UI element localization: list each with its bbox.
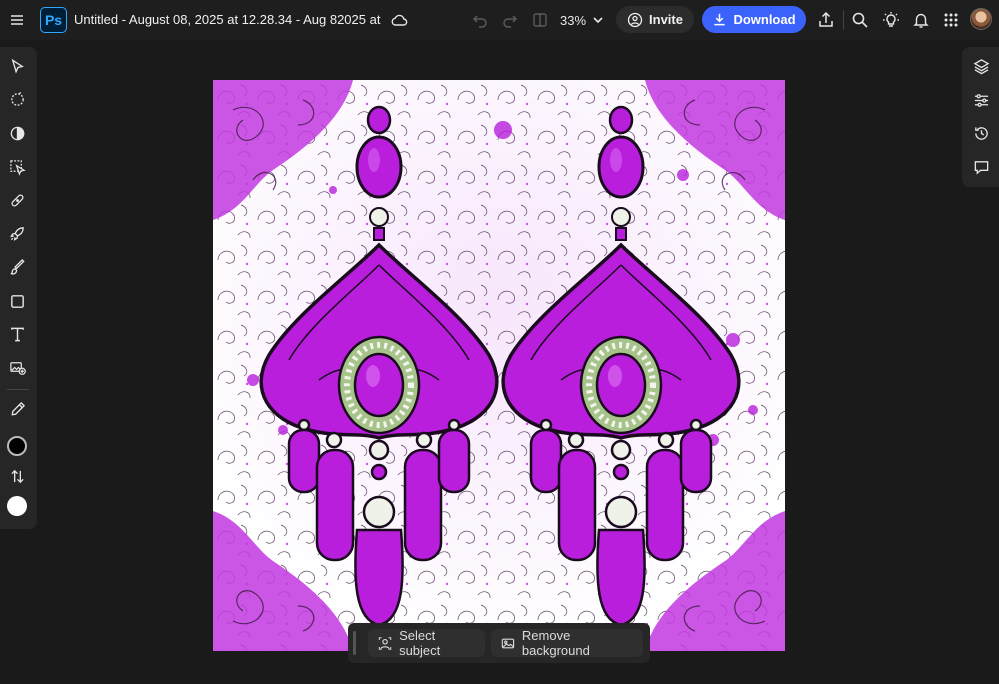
- object-select-tool-icon[interactable]: [3, 153, 31, 181]
- drag-handle[interactable]: [353, 631, 356, 655]
- divider: [7, 389, 29, 390]
- select-subject-label: Select subject: [399, 628, 441, 658]
- share-icon[interactable]: [812, 6, 840, 34]
- undo-icon[interactable]: [466, 6, 494, 34]
- app-logo[interactable]: Ps: [40, 7, 67, 33]
- document-title[interactable]: Untitled - August 08, 2025 at 12.28.34 -…: [74, 12, 384, 27]
- zoom-dropdown[interactable]: 33%: [560, 6, 604, 34]
- top-bar: Ps Untitled - August 08, 2025 at 12.28.3…: [0, 0, 999, 40]
- avatar[interactable]: [970, 8, 992, 30]
- remove-background-button[interactable]: Remove background: [491, 628, 643, 658]
- brush-tool-icon[interactable]: [3, 253, 31, 281]
- bell-icon[interactable]: [907, 6, 935, 34]
- lightbulb-icon[interactable]: [877, 6, 905, 34]
- left-toolbar: [0, 47, 37, 529]
- select-tool-icon[interactable]: [3, 52, 31, 80]
- select-subject-icon: [378, 636, 392, 650]
- right-panel: [962, 47, 999, 187]
- comments-icon[interactable]: [967, 153, 995, 181]
- earrings-artwork: [213, 80, 785, 651]
- download-button[interactable]: Download: [702, 6, 806, 33]
- adjust-tool-icon[interactable]: [3, 119, 31, 147]
- adjustments-icon[interactable]: [967, 86, 995, 114]
- layers-icon[interactable]: [967, 52, 995, 80]
- zoom-level: 33%: [560, 12, 587, 28]
- healing-tool-icon[interactable]: [3, 186, 31, 214]
- cloud-icon[interactable]: [385, 6, 413, 34]
- background-color-swatch[interactable]: [7, 496, 27, 516]
- invite-label: Invite: [649, 12, 683, 27]
- search-icon[interactable]: [846, 6, 874, 34]
- contextual-task-bar: Select subject Remove background: [348, 623, 650, 663]
- foreground-color-swatch[interactable]: [7, 436, 27, 456]
- remove-background-icon: [501, 638, 515, 648]
- generative-fill-tool-icon[interactable]: [3, 219, 31, 247]
- menu-icon[interactable]: [3, 6, 31, 34]
- download-icon: [714, 13, 726, 26]
- download-label: Download: [733, 12, 796, 27]
- select-subject-button[interactable]: Select subject: [368, 628, 485, 658]
- invite-button[interactable]: Invite: [616, 6, 694, 33]
- compare-icon[interactable]: [526, 6, 554, 34]
- text-tool-icon[interactable]: [3, 320, 31, 348]
- divider: [843, 10, 844, 30]
- canvas-image[interactable]: [213, 80, 785, 651]
- shape-tool-icon[interactable]: [3, 287, 31, 315]
- add-person-icon: [627, 12, 643, 27]
- chevron-down-icon: [593, 17, 603, 24]
- apps-grid-icon[interactable]: [937, 6, 965, 34]
- swap-colors-icon[interactable]: [3, 462, 31, 490]
- history-icon[interactable]: [967, 119, 995, 147]
- remove-background-label: Remove background: [521, 628, 590, 658]
- eyedropper-tool-icon[interactable]: [3, 395, 31, 423]
- add-image-tool-icon[interactable]: [3, 353, 31, 381]
- quick-select-tool-icon[interactable]: [3, 85, 31, 113]
- redo-icon[interactable]: [496, 6, 524, 34]
